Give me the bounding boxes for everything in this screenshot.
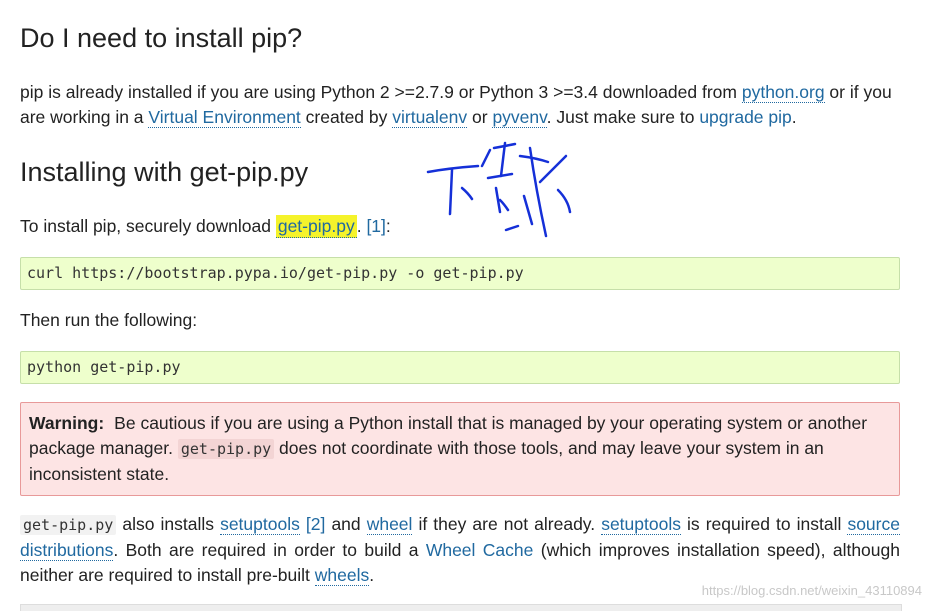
download-text: : — [385, 216, 391, 236]
download-paragraph: To install pip, securely download get-pi… — [20, 214, 900, 239]
intro-paragraph: pip is already installed if you are usin… — [20, 80, 900, 130]
link-setuptools[interactable]: setuptools — [220, 514, 300, 535]
intro-text: created by — [300, 107, 393, 127]
link-virtualenv[interactable]: virtualenv — [392, 107, 468, 128]
then-run-text: Then run the following: — [20, 310, 198, 330]
link-footnote-1[interactable]: [1] — [366, 216, 385, 236]
intro-text: pip is already installed if you are usin… — [20, 82, 742, 102]
setup-text: also installs — [116, 514, 221, 534]
link-get-pip[interactable]: get-pip.py — [275, 215, 357, 238]
intro-text: or — [467, 107, 493, 127]
setup-text: is required to install — [680, 514, 848, 534]
link-python-org[interactable]: python.org — [741, 82, 825, 103]
setup-text: if they are not already. — [412, 514, 602, 534]
warning-box: Warning: Be cautious if you are using a P… — [20, 402, 900, 496]
code-block-python: python get-pip.py — [20, 351, 900, 384]
intro-text: . — [791, 107, 797, 127]
inline-code-get-pip: get-pip.py — [20, 515, 117, 535]
setup-text: . Both are required in order to build a — [113, 540, 426, 560]
watermark: https://blog.csdn.net/weixin_43110894 — [701, 583, 922, 598]
link-pyvenv[interactable]: pyvenv — [492, 107, 547, 128]
download-text: . — [356, 216, 367, 236]
heading-installing-get-pip: Installing with get-pip.py — [20, 157, 309, 187]
code-block-curl: curl https://bootstrap.pypa.io/get-pip.p… — [20, 257, 900, 290]
link-virtual-environment[interactable]: Virtual Environment — [148, 107, 301, 128]
download-text: To install pip, securely download — [20, 216, 276, 236]
heading-need-install: Do I need to install pip? — [20, 23, 303, 53]
link-wheel[interactable]: wheel — [366, 514, 413, 535]
setup-text: and — [325, 514, 367, 534]
link-wheels[interactable]: wheels — [314, 565, 370, 586]
setuptools-paragraph: get-pip.py also installs setuptools [2] … — [20, 512, 900, 588]
warning-inline-code: get-pip.py — [177, 439, 275, 459]
warning-label: Warning: — [29, 413, 105, 433]
setup-text: . — [369, 565, 375, 585]
link-upgrade-pip[interactable]: upgrade pip — [699, 107, 791, 127]
link-wheel-cache[interactable]: Wheel Cache — [426, 540, 534, 560]
intro-text: . Just make sure to — [546, 107, 700, 127]
link-setuptools-2[interactable]: setuptools — [601, 514, 681, 535]
link-footnote-2[interactable]: [2] — [306, 514, 325, 534]
